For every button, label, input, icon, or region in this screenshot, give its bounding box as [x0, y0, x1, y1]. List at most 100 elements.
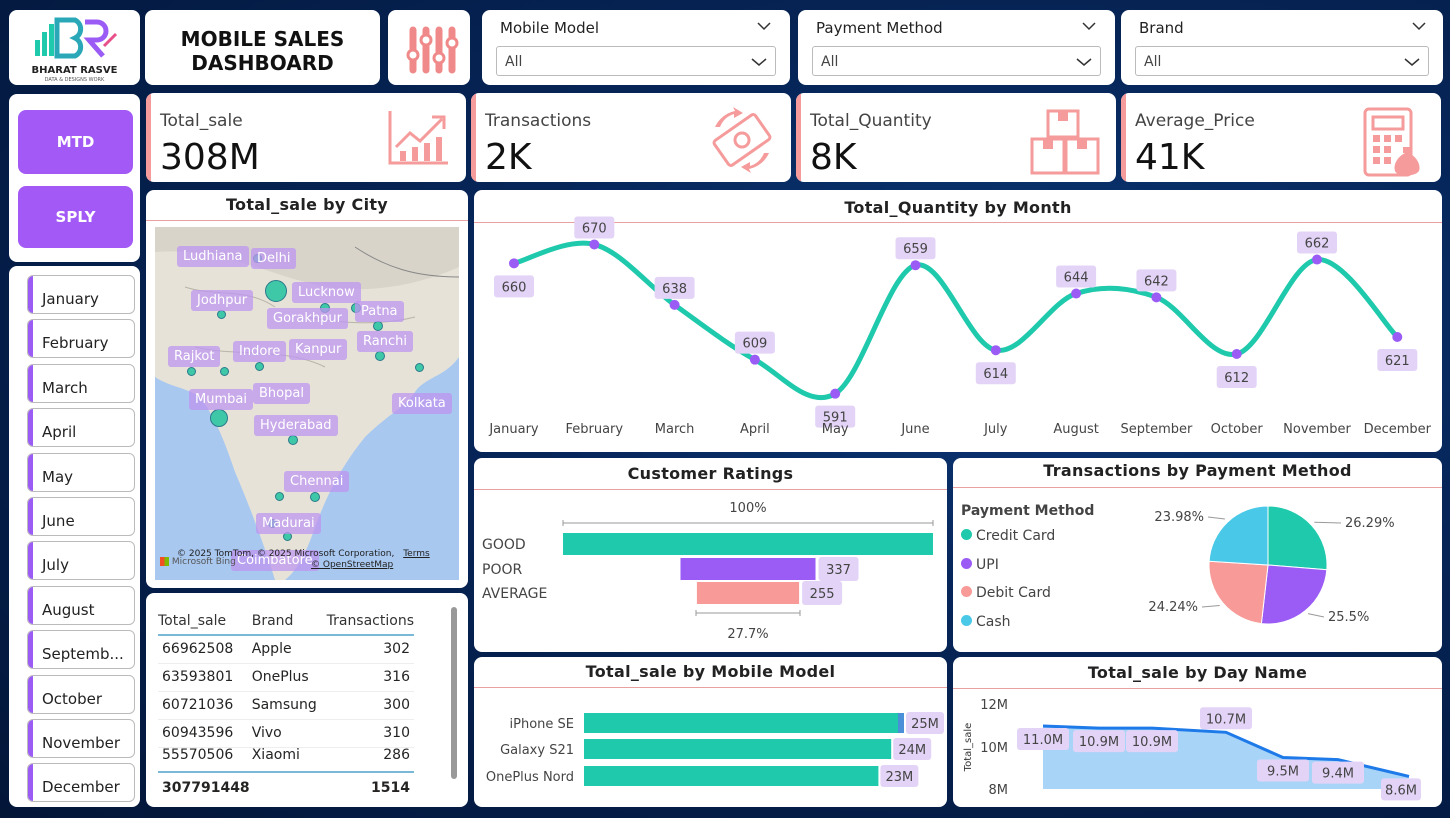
model-bar[interactable]	[584, 713, 904, 733]
brand-slicer[interactable]: Brand All	[1121, 10, 1443, 85]
data-point[interactable]	[509, 258, 519, 269]
month-label: October	[42, 689, 103, 708]
mtd-button[interactable]: MTD	[18, 110, 133, 174]
chevron-down-icon[interactable]	[1081, 18, 1097, 34]
data-point[interactable]	[1151, 292, 1162, 303]
month-label: May	[42, 467, 74, 486]
month-label: July	[42, 556, 69, 575]
month-item[interactable]: August	[27, 585, 135, 625]
city-bubble[interactable]	[310, 492, 320, 502]
city-label: Lucknow	[292, 282, 361, 303]
table-scrollbar[interactable]	[451, 607, 457, 779]
month-accent	[28, 542, 33, 580]
chevron-down-icon[interactable]	[756, 18, 772, 34]
month-item[interactable]: November	[27, 719, 135, 758]
data-point[interactable]	[1231, 349, 1242, 359]
month-item[interactable]: February	[27, 319, 135, 359]
day-area-chart[interactable]: 12M 10M 8M Total_sale 11.0M 10.9M 10.9M 10.7M 9.…	[953, 657, 1442, 807]
data-label: 609	[742, 337, 767, 352]
data-label: 337	[826, 563, 851, 578]
quantity-line-chart[interactable]: 660January670February638March609April591…	[474, 190, 1442, 452]
pie-slice[interactable]	[1208, 560, 1269, 625]
sliders-icon	[406, 26, 459, 74]
month-accent	[28, 453, 33, 491]
data-point[interactable]	[990, 345, 1001, 356]
data-point[interactable]	[1392, 332, 1403, 342]
ratings-funnel-chart[interactable]: 100% GOOD POOR 337 AVERAGE 255 27.7%	[474, 458, 947, 652]
city-bubble[interactable]	[210, 409, 228, 427]
quantity-line	[513, 240, 1400, 401]
header-transactions[interactable]: Transactions	[321, 607, 414, 635]
month-item[interactable]: May	[27, 452, 135, 492]
month-item[interactable]: July	[27, 541, 135, 581]
city-bubble[interactable]	[373, 321, 383, 331]
city-bubble[interactable]	[217, 310, 226, 319]
funnel-bar[interactable]	[680, 558, 816, 580]
month-item[interactable]: June	[27, 497, 135, 536]
model-bar[interactable]	[584, 739, 892, 759]
table-cell: OnePlus	[251, 669, 309, 685]
payment-method-dropdown[interactable]: All	[812, 46, 1101, 76]
city-bubble[interactable]	[415, 363, 424, 372]
payment-method-value: All	[821, 54, 839, 70]
period-toggle-panel: MTD SPLY	[9, 94, 140, 262]
mobile-model-slicer[interactable]: Mobile Model All	[482, 10, 790, 85]
brand-dropdown[interactable]: All	[1135, 46, 1429, 76]
pie-slice[interactable]	[1267, 505, 1328, 571]
header-brand[interactable]: Brand	[238, 607, 322, 635]
table-row[interactable]: 55570506 Xiaomi 286	[158, 747, 414, 763]
table-row[interactable]: 63593801 OnePlus 316	[158, 663, 414, 691]
city-bubble[interactable]	[220, 367, 229, 376]
model-bar[interactable]	[584, 766, 879, 786]
pie-slice[interactable]	[1208, 505, 1269, 566]
mobile-model-dropdown[interactable]: All	[496, 46, 776, 76]
table-cell: 60721036	[162, 697, 234, 713]
x-tick-label: April	[740, 422, 770, 437]
city-bubble[interactable]	[265, 280, 287, 302]
category-label: POOR	[482, 562, 522, 578]
table-row[interactable]: 66962508 Apple 302	[158, 635, 414, 663]
month-item[interactable]: October	[27, 674, 135, 714]
payment-method-slicer[interactable]: Payment Method All	[798, 10, 1115, 85]
slice-label: 25.5%	[1328, 610, 1369, 625]
chevron-down-icon[interactable]	[1411, 18, 1427, 34]
month-item[interactable]: December	[27, 763, 135, 803]
city-bubble[interactable]	[375, 351, 385, 361]
payment-pie-chart[interactable]: 26.29% 25.5% 24.24% 23.98%	[953, 458, 1442, 652]
month-item[interactable]: Septemb...	[27, 630, 135, 670]
funnel-bar[interactable]	[696, 582, 800, 604]
city-bubble[interactable]	[255, 362, 264, 371]
x-tick-label: October	[1211, 422, 1264, 437]
city-bubble[interactable]	[288, 435, 298, 445]
data-point[interactable]	[910, 260, 921, 271]
data-point[interactable]	[669, 299, 680, 310]
city-bubble[interactable]	[275, 492, 284, 501]
top-percent-label: 100%	[729, 501, 766, 516]
month-label: Septemb...	[42, 645, 124, 664]
sply-button[interactable]: SPLY	[18, 186, 133, 248]
filter-panel-button[interactable]	[388, 10, 470, 85]
table-row[interactable]: 60943596 Vivo 310	[158, 719, 414, 747]
month-item[interactable]: January	[27, 275, 135, 314]
month-item[interactable]: March	[27, 363, 135, 403]
payment-method-label: Payment Method	[816, 19, 943, 37]
data-point[interactable]	[749, 354, 760, 365]
month-item[interactable]: April	[27, 408, 135, 448]
india-map[interactable]: Ludhiana Delhi Jodhpur Lucknow Gorakhpur…	[155, 227, 459, 580]
money-exchange-icon	[712, 107, 772, 173]
funnel-bar[interactable]	[563, 533, 933, 555]
kpi-accent-bar	[471, 93, 476, 182]
data-label: 8.6M	[1385, 783, 1417, 798]
model-bar-chart[interactable]: iPhone SE 25M Galaxy S21 24M OnePlus Nord 23M	[474, 657, 947, 807]
data-point[interactable]	[830, 388, 841, 399]
terms-link[interactable]: Terms	[403, 549, 430, 559]
kpi-name: Transactions	[485, 111, 592, 131]
data-point[interactable]	[1312, 254, 1322, 265]
city-bubble[interactable]	[187, 367, 196, 376]
table-body: 66962508 Apple 302 63593801 OnePlus 316 607210…	[158, 635, 414, 763]
osm-link[interactable]: © OpenStreetMap	[311, 560, 393, 570]
table-row[interactable]: 60721036 Samsung 300	[158, 691, 414, 719]
header-total-sale[interactable]: Total_sale	[158, 607, 238, 635]
data-point[interactable]	[589, 239, 600, 250]
data-point[interactable]	[1071, 288, 1082, 299]
